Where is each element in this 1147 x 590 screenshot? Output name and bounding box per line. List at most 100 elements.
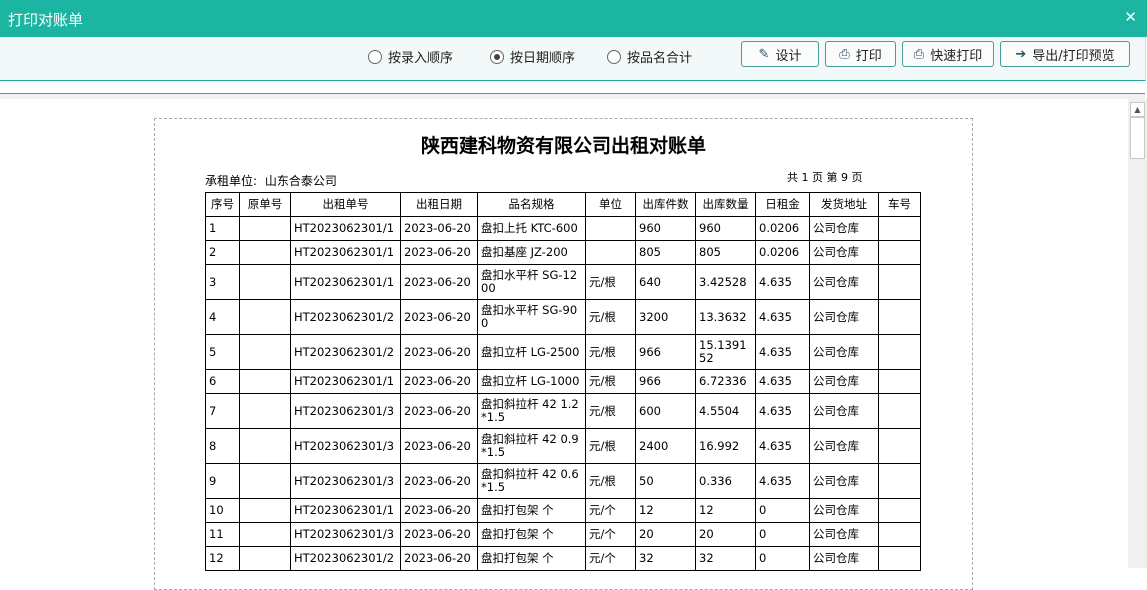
- cell-col-ship-address: 公司仓库: [809, 393, 879, 429]
- cell-col-out-qty: 15.139152: [695, 334, 756, 370]
- button-label: 设计: [775, 48, 802, 64]
- cell-col-item-spec: 盘扣斜拉杆 42 1.2*1.5: [477, 393, 586, 429]
- design-button[interactable]: ✎ 设计: [741, 41, 819, 67]
- cell-col-out-pieces: 805: [635, 240, 696, 265]
- table-row: 3 HT2023062301/1 2023-06-20 盘扣水平杆 SG-1200 元/…: [205, 264, 921, 300]
- cell-col-seq: 9: [205, 463, 240, 499]
- header-col-out-pieces: 出库件数: [635, 192, 696, 217]
- cell-col-lease-no: HT2023062301/1: [290, 369, 401, 394]
- cell-col-daily-rent: 0: [755, 546, 810, 571]
- cell-col-vehicle-no: [878, 264, 921, 300]
- cell-col-out-pieces: 640: [635, 264, 696, 300]
- cell-col-lease-date: 2023-06-20: [400, 522, 478, 547]
- cell-col-out-pieces: 20: [635, 522, 696, 547]
- cell-col-ship-address: 公司仓库: [809, 264, 879, 300]
- cell-col-vehicle-no: [878, 334, 921, 370]
- cell-col-out-qty: 13.3632: [695, 299, 756, 335]
- cell-col-lease-date: 2023-06-20: [400, 369, 478, 394]
- cell-col-lease-date: 2023-06-20: [400, 393, 478, 429]
- cell-col-vehicle-no: [878, 463, 921, 499]
- design-edit-icon: ✎: [758, 46, 770, 62]
- export-preview-button[interactable]: ➔ 导出/打印预览: [1000, 41, 1130, 67]
- cell-col-out-pieces: 3200: [635, 299, 696, 335]
- table-row: 6 HT2023062301/1 2023-06-20 盘扣立杆 LG-1000 元/根…: [205, 369, 921, 394]
- report-title: 陕西建科物资有限公司出租对账单: [420, 136, 706, 157]
- cell-col-item-spec: 盘扣上托 KTC-600: [477, 216, 586, 241]
- cell-col-unit: [585, 216, 636, 241]
- header-col-seq: 序号: [205, 192, 240, 217]
- vertical-scrollbar[interactable]: ▲: [1128, 99, 1147, 568]
- cell-col-unit: 元/根: [585, 264, 636, 300]
- radio-by-date-order[interactable]: 按日期顺序: [490, 47, 575, 66]
- cell-col-orig-no: [239, 498, 291, 523]
- cell-col-daily-rent: 0: [755, 498, 810, 523]
- cell-col-orig-no: [239, 546, 291, 571]
- cell-col-unit: [585, 240, 636, 265]
- cell-col-unit: 元/根: [585, 393, 636, 429]
- cell-col-item-spec: 盘扣打包架 个: [477, 498, 586, 523]
- cell-col-seq: 8: [205, 428, 240, 464]
- cell-col-seq: 5: [205, 334, 240, 370]
- cell-col-lease-no: HT2023062301/1: [290, 216, 401, 241]
- cell-col-lease-date: 2023-06-20: [400, 463, 478, 499]
- cell-col-ship-address: 公司仓库: [809, 428, 879, 464]
- cell-col-lease-date: 2023-06-20: [400, 240, 478, 265]
- header-col-out-qty: 出库数量: [695, 192, 756, 217]
- radio-label: 按录入顺序: [388, 51, 454, 66]
- cell-col-seq: 12: [205, 546, 240, 571]
- cell-col-out-qty: 0.336: [695, 463, 756, 499]
- cell-col-unit: 元/根: [585, 334, 636, 370]
- cell-col-lease-no: HT2023062301/1: [290, 498, 401, 523]
- radio-checked-icon: [490, 49, 504, 64]
- cell-col-out-pieces: 50: [635, 463, 696, 499]
- cell-col-lease-date: 2023-06-20: [400, 428, 478, 464]
- cell-col-vehicle-no: [878, 240, 921, 265]
- cell-col-item-spec: 盘扣立杆 LG-2500: [477, 334, 586, 370]
- cell-col-daily-rent: 4.635: [755, 463, 810, 499]
- cell-col-seq: 1: [205, 216, 240, 241]
- cell-col-unit: 元/根: [585, 428, 636, 464]
- cell-col-ship-address: 公司仓库: [809, 334, 879, 370]
- print-button[interactable]: ⎙ 打印: [825, 41, 896, 67]
- cell-col-seq: 3: [205, 264, 240, 300]
- cell-col-lease-no: HT2023062301/2: [290, 334, 401, 370]
- table-row: 4 HT2023062301/2 2023-06-20 盘扣水平杆 SG-900 元/根…: [205, 299, 921, 335]
- quick-print-button[interactable]: ⎙ 快速打印: [902, 41, 994, 67]
- cell-col-lease-date: 2023-06-20: [400, 546, 478, 571]
- cell-col-daily-rent: 4.635: [755, 428, 810, 464]
- cell-col-out-pieces: 600: [635, 393, 696, 429]
- cell-col-vehicle-no: [878, 546, 921, 571]
- cell-col-lease-no: HT2023062301/2: [290, 299, 401, 335]
- scroll-up-icon[interactable]: ▲: [1130, 102, 1145, 117]
- cell-col-orig-no: [239, 393, 291, 429]
- cell-col-seq: 11: [205, 522, 240, 547]
- cell-col-lease-no: HT2023062301/1: [290, 264, 401, 300]
- scroll-thumb[interactable]: [1130, 117, 1145, 159]
- toolbar: 按录入顺序 按日期顺序 按品名合计 ✎ 设计 ⎙ 打印 ⎙ 快速打印 ➔ 导出/…: [0, 37, 1146, 81]
- cell-col-out-pieces: 960: [635, 216, 696, 241]
- lessee-line: 承租单位: 山东合泰公司: [205, 172, 337, 189]
- cell-col-orig-no: [239, 216, 291, 241]
- cell-col-ship-address: 公司仓库: [809, 522, 879, 547]
- header-col-ship-address: 发货地址: [809, 192, 879, 217]
- cell-col-out-pieces: 12: [635, 498, 696, 523]
- cell-col-unit: 元/个: [585, 498, 636, 523]
- radio-label: 按品名合计: [627, 51, 693, 66]
- cell-col-out-qty: 960: [695, 216, 756, 241]
- radio-by-name-total[interactable]: 按品名合计: [607, 47, 692, 66]
- cell-col-seq: 4: [205, 299, 240, 335]
- cell-col-vehicle-no: [878, 299, 921, 335]
- close-icon[interactable]: ✕: [1124, 8, 1137, 26]
- cell-col-lease-no: HT2023062301/3: [290, 463, 401, 499]
- cell-col-ship-address: 公司仓库: [809, 299, 879, 335]
- table-header-row: 序号 原单号 出租单号 出租日期 品名规格 单位 出库件数 出库数量 日租金 发货地址 车号: [205, 192, 921, 217]
- cell-col-out-qty: 16.992: [695, 428, 756, 464]
- cell-col-ship-address: 公司仓库: [809, 463, 879, 499]
- radio-circle-icon: [607, 49, 621, 64]
- cell-col-out-qty: 12: [695, 498, 756, 523]
- window-title: 打印对账单: [8, 11, 84, 29]
- radio-by-entry-order[interactable]: 按录入顺序: [368, 47, 453, 66]
- cell-col-item-spec: 盘扣基座 JZ-200: [477, 240, 586, 265]
- cell-col-ship-address: 公司仓库: [809, 240, 879, 265]
- cell-col-unit: 元/个: [585, 522, 636, 547]
